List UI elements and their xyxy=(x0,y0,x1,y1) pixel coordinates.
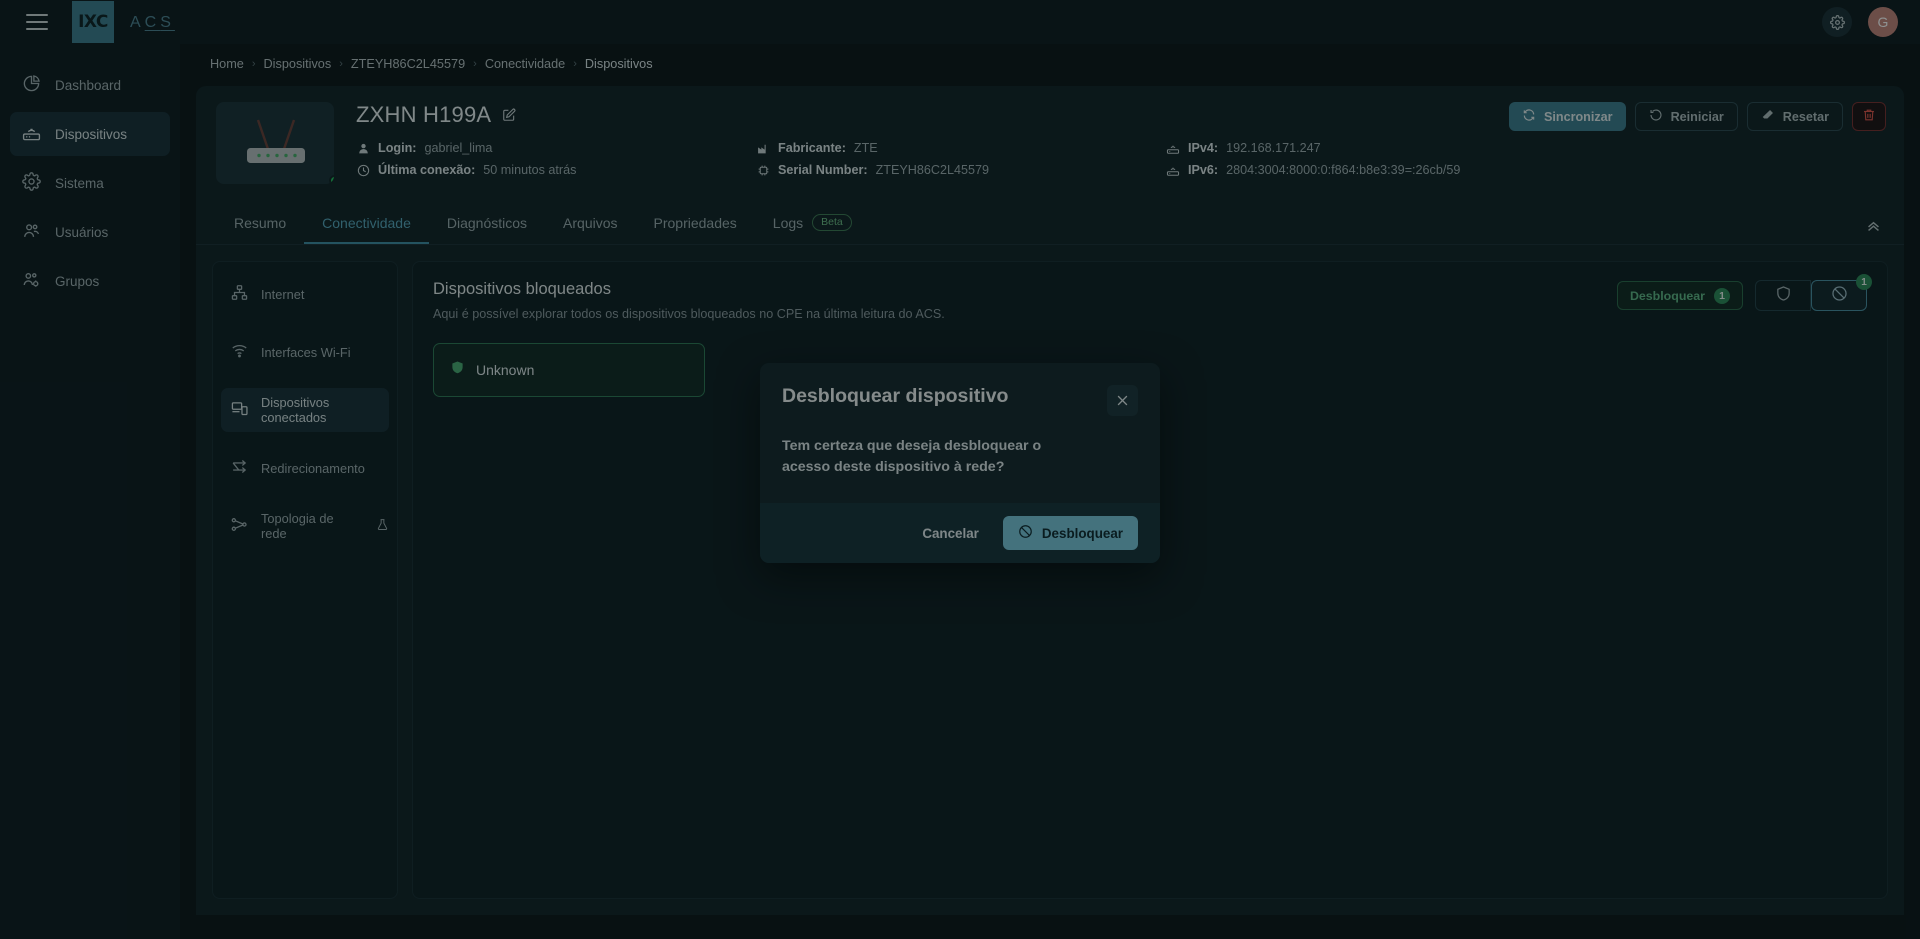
modal-overlay[interactable] xyxy=(0,0,1920,939)
